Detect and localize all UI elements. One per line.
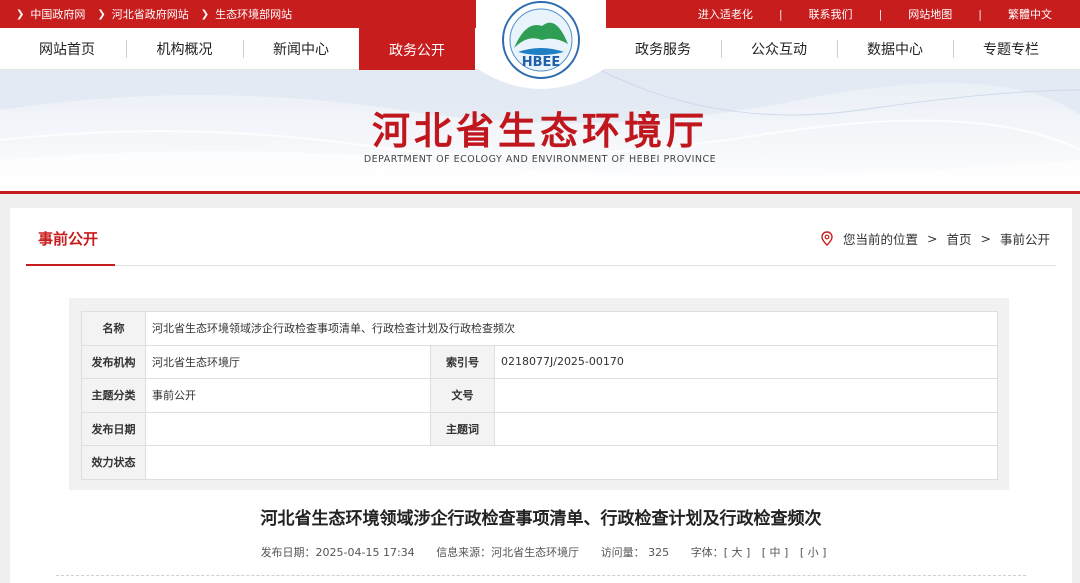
site-subtitle: DEPARTMENT OF ECOLOGY AND ENVIRONMENT OF… bbox=[363, 154, 717, 165]
table-row: 发布机构 河北省生态环境厅 索引号 0218077J/2025-00170 bbox=[81, 344, 999, 379]
breadcrumb-separator: > bbox=[980, 231, 991, 246]
article-meta: 发布日期：2025-04-15 17:34 信息来源：河北省生态环境厅 访问量：… bbox=[10, 544, 1072, 560]
keywords-label: 主题词 bbox=[430, 411, 495, 446]
chevron-right-icon: ❯ bbox=[16, 8, 25, 20]
link-label: 生态环境部网站 bbox=[215, 8, 293, 21]
separator: | bbox=[778, 7, 783, 21]
nav-data-center[interactable]: 数据中心 bbox=[837, 28, 953, 70]
status-label: 效力状态 bbox=[81, 445, 146, 480]
docno-value bbox=[493, 378, 999, 413]
section-title: 事前公开 bbox=[38, 230, 99, 248]
index-label: 索引号 bbox=[430, 344, 495, 379]
info-source: 信息来源：河北省生态环境厅 bbox=[436, 546, 580, 559]
contact-link[interactable]: 联系我们 bbox=[805, 6, 857, 22]
date-value bbox=[145, 411, 431, 446]
nav-home[interactable]: 网站首页 bbox=[8, 28, 126, 70]
chevron-right-icon: ❯ bbox=[97, 8, 106, 20]
location-label: 您当前的位置 bbox=[842, 232, 918, 247]
name-value: 河北省生态环境领域涉企行政检查事项清单、行政检查计划及行政检查频次 bbox=[144, 311, 999, 346]
name-label: 名称 bbox=[81, 311, 146, 346]
traditional-chinese-link[interactable]: 繁體中文 bbox=[1004, 6, 1056, 22]
table-row: 主题分类 事前公开 文号 bbox=[81, 378, 999, 413]
link-label: 河北省政府网站 bbox=[111, 8, 189, 21]
table-row: 发布日期 主题词 bbox=[81, 411, 999, 446]
location-pin-icon bbox=[821, 231, 833, 246]
chevron-right-icon: ❯ bbox=[200, 8, 210, 20]
font-medium-button[interactable]: [ 中 ] bbox=[762, 546, 789, 559]
date-label: 发布日期 bbox=[81, 411, 146, 446]
external-links: ❯ 中国政府网 ❯ 河北省政府网站 ❯ 生态环境部网站 bbox=[16, 0, 304, 28]
nav-special-topics[interactable]: 专题专栏 bbox=[953, 28, 1069, 70]
article-divider bbox=[56, 575, 1026, 576]
separator: | bbox=[878, 7, 883, 21]
link-label: 中国政府网 bbox=[30, 8, 86, 21]
separator: | bbox=[978, 7, 982, 21]
table-row: 名称 河北省生态环境领域涉企行政检查事项清单、行政检查计划及行政检查频次 bbox=[81, 311, 999, 346]
content-panel: 事前公开 您当前的位置 > 首页 > 事前公开 名称 河北省生态环境领域涉企行政… bbox=[10, 208, 1072, 583]
topic-value: 事前公开 bbox=[145, 378, 431, 413]
site-logo[interactable]: HBEE bbox=[476, 0, 606, 100]
publish-date: 发布日期：2025-04-15 17:34 bbox=[260, 546, 415, 559]
view-count: 访问量： 325 bbox=[600, 546, 670, 559]
docno-label: 文号 bbox=[430, 378, 495, 413]
section-title-underline bbox=[26, 264, 115, 266]
link-gov-cn[interactable]: ❯ 中国政府网 bbox=[16, 6, 85, 22]
logo-text: HBEE bbox=[522, 55, 561, 70]
nav-about[interactable]: 机构概况 bbox=[126, 28, 243, 70]
nav-services[interactable]: 政务服务 bbox=[605, 28, 721, 70]
font-size-label: 字体： bbox=[690, 546, 724, 559]
document-info-table: 名称 河北省生态环境领域涉企行政检查事项清单、行政检查计划及行政检查频次 发布机… bbox=[81, 311, 999, 480]
article-title: 河北省生态环境领域涉企行政检查事项清单、行政检查计划及行政检查频次 bbox=[260, 509, 822, 529]
font-small-button[interactable]: [ 小 ] bbox=[800, 546, 827, 559]
site-title: 河北省生态环境厅 bbox=[371, 108, 708, 153]
index-value: 0218077J/2025-00170 bbox=[493, 344, 999, 379]
keywords-value bbox=[493, 411, 999, 446]
breadcrumb: 您当前的位置 > 首页 > 事前公开 bbox=[821, 229, 1050, 248]
elderly-mode-link[interactable]: 进入适老化 bbox=[694, 6, 757, 22]
utility-links: 进入适老化 | 联系我们 | 网站地图 | 繁體中文 bbox=[694, 0, 1056, 28]
link-hebei-gov[interactable]: ❯ 河北省政府网站 bbox=[97, 6, 188, 22]
link-mee-gov[interactable]: ❯ 生态环境部网站 bbox=[201, 6, 292, 22]
sitemap-link[interactable]: 网站地图 bbox=[904, 6, 956, 22]
section-divider bbox=[26, 265, 1056, 266]
org-label: 发布机构 bbox=[81, 344, 146, 379]
font-large-button[interactable]: [ 大 ] bbox=[724, 546, 751, 559]
nav-interaction[interactable]: 公众互动 bbox=[721, 28, 837, 70]
status-value bbox=[144, 445, 999, 480]
nav-news[interactable]: 新闻中心 bbox=[243, 28, 359, 70]
breadcrumb-home[interactable]: 首页 bbox=[946, 229, 971, 248]
breadcrumb-separator: > bbox=[927, 231, 938, 246]
table-row: 效力状态 bbox=[81, 445, 999, 480]
topic-label: 主题分类 bbox=[81, 378, 146, 413]
org-value: 河北省生态环境厅 bbox=[145, 344, 431, 379]
breadcrumb-current[interactable]: 事前公开 bbox=[1000, 229, 1050, 248]
info-box: 名称 河北省生态环境领域涉企行政检查事项清单、行政检查计划及行政检查频次 发布机… bbox=[69, 298, 1009, 490]
nav-government-affairs[interactable]: 政务公开 bbox=[359, 28, 475, 72]
